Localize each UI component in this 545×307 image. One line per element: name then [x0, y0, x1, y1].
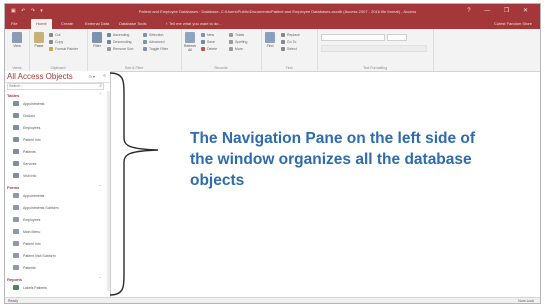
- annotation-text: The Navigation Pane on the left side of …: [190, 130, 476, 189]
